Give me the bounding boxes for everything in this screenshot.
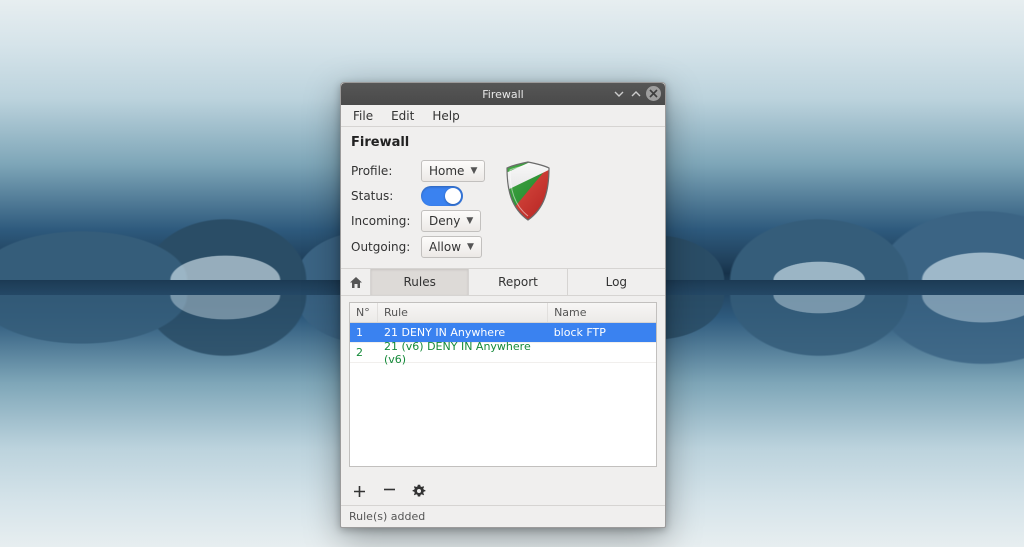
rules-pane: N° Rule Name 1 21 DENY IN Anywhere block… bbox=[341, 296, 665, 475]
outgoing-dropdown[interactable]: Allow ▼ bbox=[421, 236, 482, 258]
minimize-button[interactable] bbox=[612, 87, 626, 101]
tab-bar: Rules Report Log bbox=[341, 268, 665, 296]
titlebar[interactable]: Firewall bbox=[341, 83, 665, 105]
table-header: N° Rule Name bbox=[350, 303, 656, 323]
status-label: Status: bbox=[351, 189, 411, 203]
incoming-dropdown-value: Deny bbox=[429, 214, 460, 228]
menu-file[interactable]: File bbox=[345, 107, 381, 125]
chevron-down-icon: ▼ bbox=[466, 216, 473, 226]
profile-dropdown[interactable]: Home ▼ bbox=[421, 160, 485, 182]
window-title: Firewall bbox=[482, 88, 523, 101]
settings-button[interactable] bbox=[409, 481, 429, 501]
firewall-window: Firewall File Edit Help Firewall bbox=[340, 82, 666, 528]
plus-icon bbox=[353, 485, 366, 498]
profile-label: Profile: bbox=[351, 164, 411, 178]
menu-help[interactable]: Help bbox=[424, 107, 467, 125]
chevron-down-icon: ▼ bbox=[470, 166, 477, 176]
cell-number: 2 bbox=[350, 346, 378, 359]
outgoing-label: Outgoing: bbox=[351, 240, 411, 254]
tab-report[interactable]: Report bbox=[469, 269, 567, 295]
panel-heading: Firewall bbox=[351, 135, 655, 150]
settings-panel: Firewall Profile: Home ▼ Status: bbox=[341, 127, 665, 268]
cell-name: block FTP bbox=[548, 326, 656, 339]
table-row[interactable]: 2 21 (v6) DENY IN Anywhere (v6) bbox=[350, 343, 656, 363]
cell-number: 1 bbox=[350, 326, 378, 339]
rules-table: N° Rule Name 1 21 DENY IN Anywhere block… bbox=[349, 302, 657, 467]
remove-rule-button[interactable] bbox=[379, 481, 399, 501]
chevron-down-icon: ▼ bbox=[467, 242, 474, 252]
tab-rules[interactable]: Rules bbox=[371, 269, 469, 295]
minus-icon bbox=[383, 483, 396, 496]
add-rule-button[interactable] bbox=[349, 481, 369, 501]
incoming-label: Incoming: bbox=[351, 214, 411, 228]
gear-icon bbox=[412, 484, 426, 498]
cell-rule: 21 DENY IN Anywhere bbox=[378, 326, 548, 339]
rules-toolbar bbox=[341, 475, 665, 505]
tab-log[interactable]: Log bbox=[568, 269, 665, 295]
profile-dropdown-value: Home bbox=[429, 164, 464, 178]
maximize-button[interactable] bbox=[629, 87, 643, 101]
status-toggle[interactable] bbox=[421, 186, 463, 206]
statusbar: Rule(s) added bbox=[341, 505, 665, 527]
col-header-rule[interactable]: Rule bbox=[378, 303, 548, 322]
outgoing-dropdown-value: Allow bbox=[429, 240, 461, 254]
menu-edit[interactable]: Edit bbox=[383, 107, 422, 125]
home-icon bbox=[349, 276, 363, 289]
col-header-name[interactable]: Name bbox=[548, 303, 656, 322]
desktop-wallpaper: Firewall File Edit Help Firewall bbox=[0, 0, 1024, 547]
shield-icon bbox=[503, 160, 553, 222]
incoming-dropdown[interactable]: Deny ▼ bbox=[421, 210, 481, 232]
tab-home[interactable] bbox=[341, 269, 371, 295]
status-text: Rule(s) added bbox=[349, 510, 425, 523]
cell-rule: 21 (v6) DENY IN Anywhere (v6) bbox=[378, 340, 548, 366]
col-header-number[interactable]: N° bbox=[350, 303, 378, 322]
menubar: File Edit Help bbox=[341, 105, 665, 127]
close-button[interactable] bbox=[646, 86, 661, 101]
